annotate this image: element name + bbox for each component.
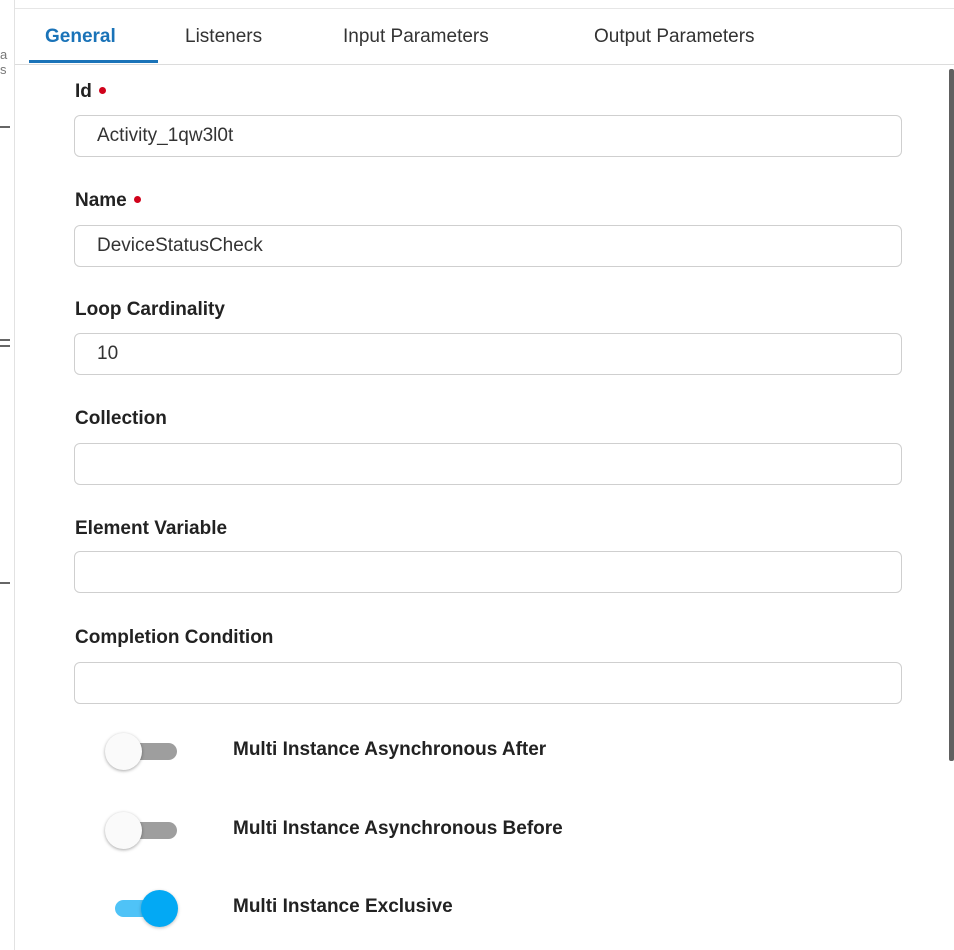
canvas-edge-mark <box>0 126 10 128</box>
toggle-knob <box>141 890 178 927</box>
canvas-edge-text: a <box>0 47 8 62</box>
id-input[interactable] <box>74 115 902 157</box>
id-label-text: Id <box>75 81 92 102</box>
canvas-edge-mark <box>0 339 10 341</box>
async-before-label: Multi Instance Asynchronous Before <box>233 818 563 839</box>
canvas-edge-text: s <box>0 62 7 77</box>
tab-input-parameters[interactable]: Input Parameters <box>343 9 489 64</box>
properties-page: a s General Listeners Input Parameters O… <box>0 0 954 950</box>
completion-condition-input[interactable] <box>74 662 902 704</box>
collection-label: Collection <box>75 408 167 429</box>
element-variable-input[interactable] <box>74 551 902 593</box>
toggle-knob <box>105 812 142 849</box>
completion-condition-label: Completion Condition <box>75 627 274 648</box>
tab-listeners[interactable]: Listeners <box>185 9 262 64</box>
async-before-toggle[interactable] <box>105 810 185 850</box>
tab-bar: General Listeners Input Parameters Outpu… <box>15 9 954 65</box>
name-label: Name <box>75 190 141 212</box>
name-label-text: Name <box>75 190 127 211</box>
canvas-edge-mark <box>0 582 10 584</box>
collection-input[interactable] <box>74 443 902 485</box>
canvas-edge: a s <box>0 0 15 950</box>
required-indicator <box>98 87 106 95</box>
exclusive-toggle[interactable] <box>105 888 185 928</box>
async-after-label: Multi Instance Asynchronous After <box>233 739 547 760</box>
exclusive-label: Multi Instance Exclusive <box>233 896 453 917</box>
loop-cardinality-input[interactable] <box>74 333 902 375</box>
element-variable-label: Element Variable <box>75 518 228 539</box>
async-after-toggle[interactable] <box>105 731 185 771</box>
toggle-knob <box>105 733 142 770</box>
scrollbar[interactable] <box>949 69 954 761</box>
properties-panel: General Listeners Input Parameters Outpu… <box>15 8 954 950</box>
canvas-edge-mark <box>0 345 10 347</box>
loop-cardinality-label: Loop Cardinality <box>75 299 225 320</box>
name-input[interactable] <box>74 225 902 267</box>
tab-output-parameters[interactable]: Output Parameters <box>594 9 755 64</box>
active-tab-indicator <box>29 60 158 63</box>
tab-general[interactable]: General <box>45 9 116 64</box>
required-indicator <box>133 196 141 204</box>
id-label: Id <box>75 81 106 103</box>
